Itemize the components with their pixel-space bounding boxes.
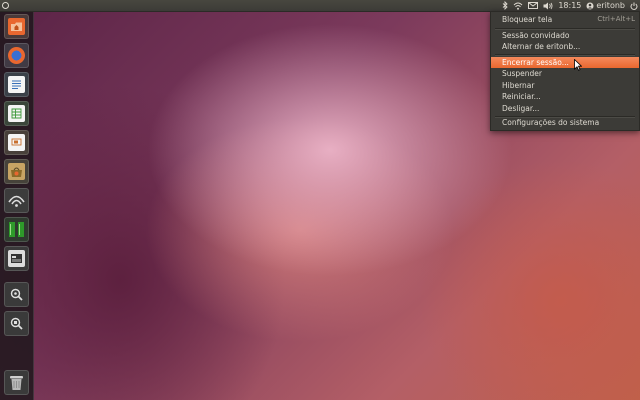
libreoffice-calc-icon bbox=[8, 105, 25, 122]
launcher-item-workspaces[interactable] bbox=[4, 246, 29, 271]
menu-item-system-settings[interactable]: Configurações do sistema bbox=[491, 117, 639, 128]
launcher-item-network[interactable] bbox=[4, 188, 29, 213]
menu-item-suspend[interactable]: Suspender bbox=[491, 68, 639, 79]
software-center-icon bbox=[8, 163, 25, 180]
bluetooth-icon[interactable] bbox=[502, 1, 508, 10]
menu-item-label: Configurações do sistema bbox=[502, 118, 600, 127]
menu-item-label: Encerrar sessão... bbox=[502, 58, 569, 67]
menu-item-logout[interactable]: Encerrar sessão... bbox=[491, 57, 639, 68]
launcher-item-files-lens[interactable] bbox=[4, 311, 29, 336]
menu-item-label: Alternar de eritonb... bbox=[502, 42, 581, 51]
menu-item-label: Hibernar bbox=[502, 81, 535, 90]
mail-icon[interactable] bbox=[528, 2, 539, 9]
clock[interactable]: 18:15 bbox=[558, 0, 581, 11]
trash-icon bbox=[8, 374, 25, 391]
user-indicator[interactable]: eritonb bbox=[586, 0, 625, 11]
launcher-item-software-center[interactable] bbox=[4, 159, 29, 184]
menu-item-hibernate[interactable]: Hibernar bbox=[491, 80, 639, 91]
ubuntu-logo-icon bbox=[2, 2, 9, 9]
menu-item-label: Desligar... bbox=[502, 104, 540, 113]
workspace-switcher-icon bbox=[8, 250, 25, 267]
menu-item-label: Reiniciar... bbox=[502, 92, 541, 101]
menu-item-restart[interactable]: Reiniciar... bbox=[491, 91, 639, 102]
menu-item-label: Sessão convidado bbox=[502, 31, 570, 40]
launcher-item-trash[interactable] bbox=[4, 370, 29, 395]
menu-separator bbox=[495, 54, 635, 56]
launcher-item-impress[interactable] bbox=[4, 130, 29, 155]
user-icon bbox=[586, 2, 594, 9]
menu-item-accelerator: Ctrl+Alt+L bbox=[597, 15, 635, 23]
indicator-area: 18:15 eritonb bbox=[502, 0, 638, 11]
wifi-icon[interactable] bbox=[513, 2, 523, 10]
volume-icon[interactable] bbox=[543, 2, 553, 10]
libreoffice-impress-icon bbox=[8, 134, 25, 151]
user-name: eritonb bbox=[596, 1, 625, 10]
launcher-item-home-folder[interactable] bbox=[4, 14, 29, 39]
mouse-cursor-icon bbox=[574, 59, 582, 71]
folder-icon bbox=[8, 18, 25, 35]
system-monitor-icon bbox=[8, 221, 25, 238]
launcher-item-writer[interactable] bbox=[4, 72, 29, 97]
dash-home-button[interactable] bbox=[0, 0, 11, 11]
power-icon[interactable] bbox=[630, 2, 638, 10]
firefox-icon bbox=[8, 47, 25, 64]
menu-item-guest-session[interactable]: Sessão convidado bbox=[491, 30, 639, 41]
launcher-item-calc[interactable] bbox=[4, 101, 29, 126]
menu-item-shutdown[interactable]: Desligar... bbox=[491, 103, 639, 114]
libreoffice-writer-icon bbox=[8, 76, 25, 93]
launcher-item-apps-lens[interactable] bbox=[4, 282, 29, 307]
menu-item-switch-user[interactable]: Alternar de eritonb... bbox=[491, 41, 639, 52]
launcher-item-system-monitor[interactable] bbox=[4, 217, 29, 242]
menu-item-lock-screen[interactable]: Bloquear tela Ctrl+Alt+L bbox=[491, 14, 639, 25]
files-lens-icon bbox=[8, 315, 25, 332]
network-icon bbox=[8, 192, 25, 209]
menu-item-label: Bloquear tela bbox=[502, 15, 553, 24]
session-menu: Bloquear tela Ctrl+Alt+L Sessão convidad… bbox=[490, 11, 640, 131]
launcher bbox=[0, 12, 34, 400]
menu-item-label: Suspender bbox=[502, 69, 543, 78]
launcher-item-firefox[interactable] bbox=[4, 43, 29, 68]
apps-lens-icon bbox=[8, 286, 25, 303]
